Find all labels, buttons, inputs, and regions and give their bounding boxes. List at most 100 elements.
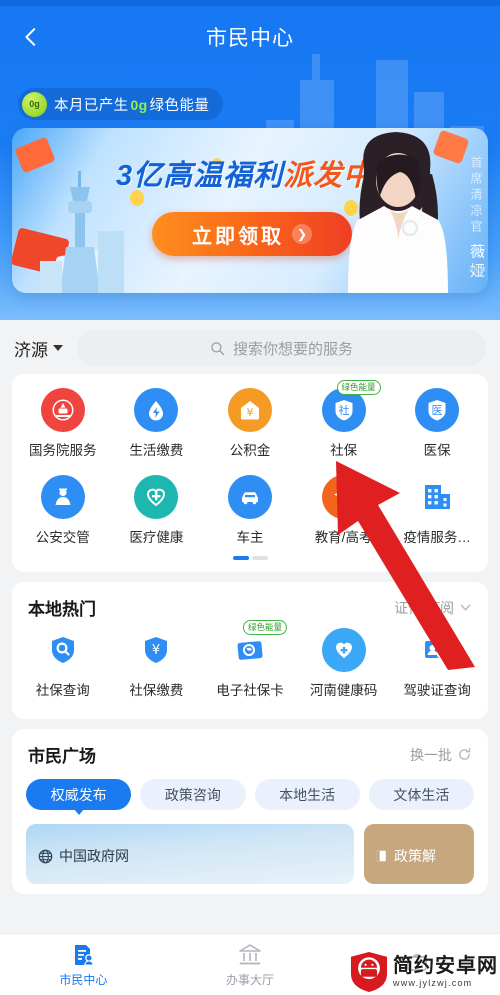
hot-label: 驾驶证查询 [403, 683, 471, 698]
house-yuan-icon: ¥ [227, 388, 272, 432]
claim-now-button[interactable]: 立即领取 ❯ [152, 212, 352, 256]
service-social-security[interactable]: 绿色能量 社 社保 [297, 380, 391, 467]
hot-label: 电子社保卡 [216, 683, 284, 698]
plaza-feed: 中国政府网 政策解 [12, 820, 488, 884]
hot-health-code[interactable]: 河南健康码 [297, 628, 391, 707]
local-hot-card: 本地热门 证件/订阅 社保查询 ¥ 社保缴费 绿色能量 电子社保卡 河南健康码 … [12, 582, 488, 719]
service-education[interactable]: 教育/高考 [297, 475, 391, 554]
svg-text:¥: ¥ [152, 643, 160, 658]
service-label: 公积金 [229, 443, 271, 458]
local-hot-grid: 社保查询 ¥ 社保缴费 绿色能量 电子社保卡 河南健康码 驾驶证查询 [12, 620, 488, 719]
svg-text:医: 医 [432, 405, 443, 417]
watermark-url: www.jylzwj.com [393, 978, 473, 988]
tab-label: 办事大厅 [226, 972, 275, 987]
plaza-tab-2[interactable]: 本地生活 [254, 779, 360, 810]
book-icon [376, 850, 386, 862]
hot-label: 河南健康码 [309, 683, 378, 698]
service-label: 生活缴费 [129, 443, 184, 458]
building-icon [415, 475, 459, 519]
service-epidemic[interactable]: 疫情服务… [390, 475, 484, 554]
service-health-care[interactable]: 医疗健康 [110, 475, 204, 554]
model-photo [348, 132, 448, 293]
search-placeholder: 搜索你想要的服务 [232, 340, 353, 358]
back-button[interactable] [14, 20, 48, 54]
service-car-owner[interactable]: 车主 [203, 475, 297, 554]
tab-service-hall[interactable]: 办事大厅 [167, 942, 334, 988]
service-housing-fund[interactable]: ¥ 公积金 [203, 388, 297, 467]
local-hot-title: 本地热门 [28, 600, 96, 619]
hot-social-query[interactable]: 社保查询 [16, 628, 110, 707]
service-label: 国务院服务 [29, 443, 97, 458]
stethoscope-heart-icon [134, 475, 179, 519]
plaza-title: 市民广场 [28, 747, 96, 766]
search-row: 济源 搜索你想要的服务 [0, 320, 500, 374]
energy-suffix: 绿色能量 [149, 97, 210, 114]
promo-banner[interactable]: 3亿高温福利派发中 立即领取 ❯ 首席清凉官 薇娅 viya [12, 128, 488, 293]
plaza-refresh-button[interactable]: 换一批 [410, 745, 472, 765]
heart-plus-icon [321, 628, 366, 672]
tab-citizen-center[interactable]: 市民中心 [0, 942, 167, 988]
banner-vertical-title: 首席清凉官 [469, 156, 483, 236]
service-utilities[interactable]: 生活缴费 [110, 388, 204, 467]
globe-icon [38, 849, 53, 863]
services-row-1: 国务院服务 生活缴费 ¥ 公积金 绿色能量 社 社保 医 医保 [16, 380, 484, 467]
svg-text:社: 社 [338, 403, 349, 417]
service-label: 教育/高考 [314, 530, 373, 545]
hot-e-social-card[interactable]: 绿色能量 电子社保卡 [203, 620, 297, 707]
gov-emblem-icon [40, 388, 85, 432]
service-gov[interactable]: 国务院服务 [16, 388, 110, 467]
plaza-card: 市民广场 换一批 权威发布 政策咨询 本地生活 文体生活 中国政府网 政策解 [12, 729, 488, 894]
plaza-tab-1[interactable]: 政策咨询 [140, 779, 246, 810]
graduation-cap-icon [321, 475, 366, 519]
plaza-tab-0[interactable]: 权威发布 [26, 779, 132, 815]
watermark-name: 简约安卓网 [393, 955, 498, 977]
plaza-tabs: 权威发布 政策咨询 本地生活 文体生活 [12, 771, 488, 820]
service-label: 社保 [330, 443, 358, 458]
hot-label: 社保查询 [35, 683, 90, 698]
grid-page-indicator[interactable] [16, 554, 484, 568]
svg-text:¥: ¥ [246, 406, 253, 419]
page-dot-active[interactable] [232, 556, 249, 560]
energy-prefix: 本月已产生 [54, 97, 129, 114]
hot-driver-license[interactable]: 驾驶证查询 [390, 628, 484, 707]
shield-search-icon [41, 628, 85, 672]
citizen-center-icon [75, 944, 95, 966]
services-row-2: 公安交管 医疗健康 车主 教育/高考 疫情服务… [16, 475, 484, 554]
service-label: 车主 [236, 530, 264, 545]
chevron-down-icon [460, 604, 471, 611]
green-energy-badge[interactable]: 0g 本月已产生 0g 绿色能量 [18, 88, 224, 120]
energy-dot-icon: 0g [22, 91, 47, 117]
claim-now-label: 立即领取 [192, 225, 284, 248]
plaza-header: 市民广场 换一批 [12, 729, 488, 771]
feed-card-gov[interactable]: 中国政府网 [26, 824, 354, 884]
water-drop-icon [134, 388, 179, 432]
feed-card-label: 政策解 [394, 848, 436, 864]
chevron-left-icon [25, 28, 36, 46]
service-police-traffic[interactable]: 公安交管 [16, 475, 110, 554]
feed-card-label-wrap: 政策解 [374, 846, 436, 866]
search-icon [211, 341, 225, 355]
energy-amount: 0g [130, 96, 148, 113]
service-medical-insurance[interactable]: 医 医保 [390, 388, 484, 467]
green-energy-tag: 绿色能量 [242, 620, 287, 635]
watermark-text: 简约安卓网 www.jylzwj.com [393, 956, 498, 988]
plaza-tab-3[interactable]: 文体生活 [368, 779, 474, 810]
energy-text: 本月已产生 0g 绿色能量 [54, 94, 209, 115]
service-label: 公安交管 [35, 530, 90, 545]
feed-card-policy[interactable]: 政策解 [364, 824, 474, 884]
search-input[interactable]: 搜索你想要的服务 [77, 330, 486, 366]
green-energy-tag: 绿色能量 [336, 380, 381, 395]
feed-card-label-wrap: 中国政府网 [38, 846, 129, 866]
city-selector[interactable]: 济源 [14, 336, 63, 361]
banner-headline-blue: 3亿高温福利 [116, 160, 284, 192]
feed-card-label: 中国政府网 [59, 848, 129, 864]
hot-label: 社保缴费 [129, 683, 184, 698]
banner-vertical-name: 薇娅 [468, 243, 485, 282]
refresh-icon [459, 747, 471, 760]
page-title: 市民中心 [206, 27, 294, 50]
service-label: 医疗健康 [129, 530, 184, 545]
hot-social-payment[interactable]: ¥ 社保缴费 [110, 628, 204, 707]
page-dot[interactable] [251, 556, 268, 560]
site-watermark: 简约安卓网 www.jylzwj.com [350, 951, 498, 993]
local-hot-action[interactable]: 证件/订阅 [394, 598, 472, 618]
